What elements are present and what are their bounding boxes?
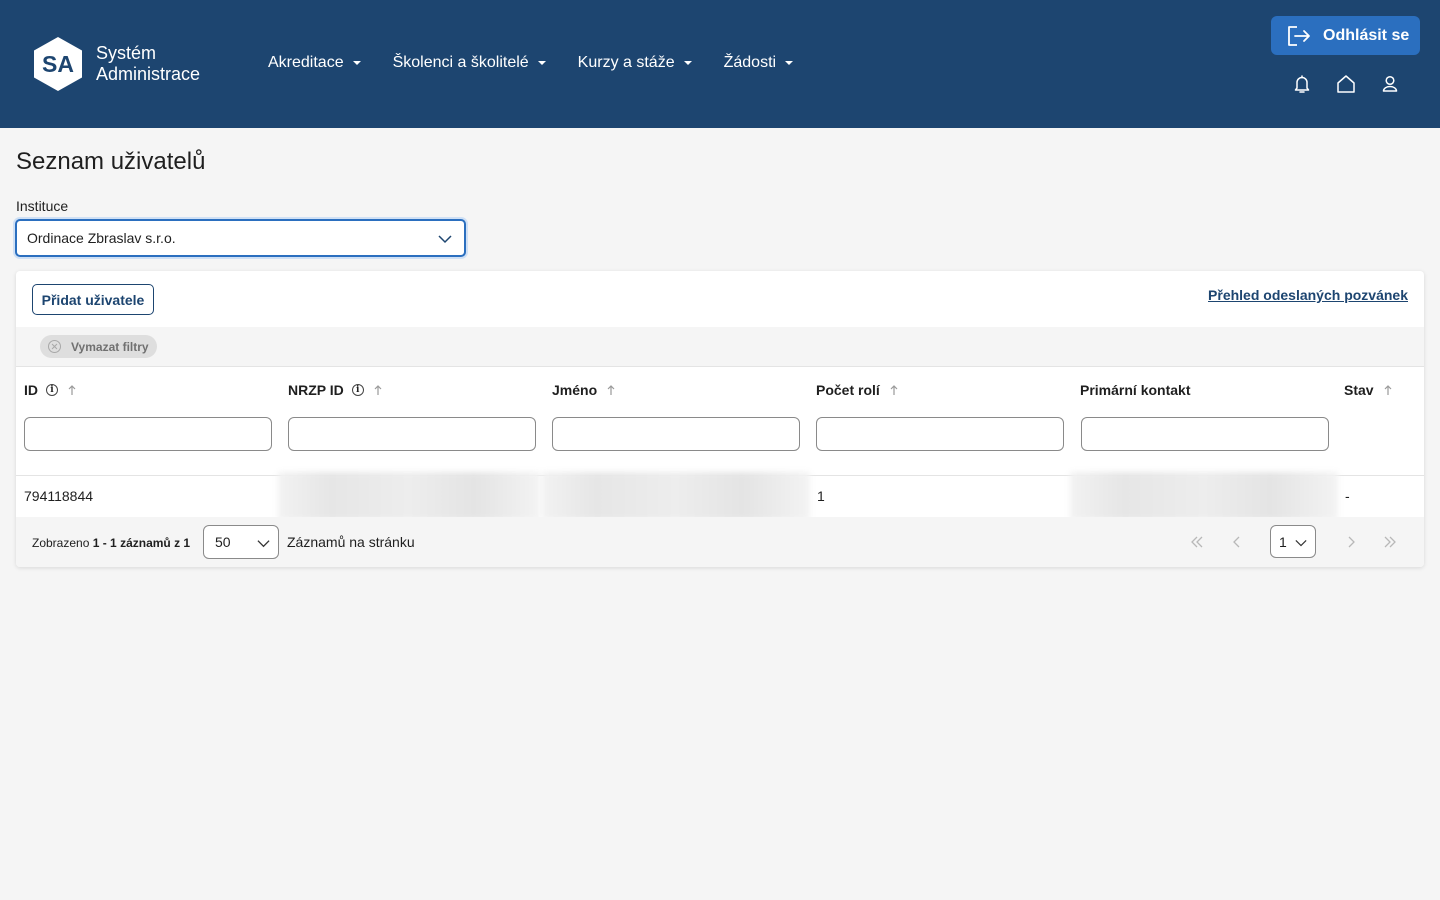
prev-page-icon[interactable] [1228,533,1246,551]
caret-down-icon [785,61,794,65]
info-icon[interactable]: i [351,384,364,396]
column-header-primary-contact: Primární kontakt [1080,382,1190,398]
next-page-icon[interactable] [1342,533,1360,551]
nav-label: Žádosti [723,54,777,71]
column-label: Primární kontakt [1080,382,1191,398]
bell-icon[interactable] [1292,74,1312,94]
cell-name-redacted [542,472,810,520]
caret-down-icon [683,61,692,65]
sort-arrow-up-icon[interactable] [890,384,898,396]
filter-role-count-input[interactable] [816,417,1064,451]
page-number-select[interactable]: 1 [1270,525,1316,558]
sort-arrow-up-icon[interactable] [1384,384,1392,396]
last-page-icon[interactable] [1381,533,1399,551]
column-header-id[interactable]: ID i [24,382,76,398]
caret-down-icon [537,61,546,65]
nav-label: Kurzy a stáže [577,54,675,71]
institution-select[interactable]: Ordinace Zbraslav s.r.o. [15,219,466,257]
chevron-down-icon [1295,540,1307,547]
top-header: SA Systém Administrace Akreditace Školen… [0,0,1440,128]
table-footer: Zobrazeno 1 - 1 záznamů z 1 50 Záznamů n… [16,517,1424,567]
column-label: Počet rolí [816,382,880,398]
app-name-line1: Systém [96,43,157,63]
column-header-name[interactable]: Jméno [552,382,615,398]
cell-id: 794118844 [24,488,94,504]
column-label: NRZP ID [288,382,344,398]
sent-invitations-link[interactable]: Přehled odeslaných pozvánek [1208,287,1408,303]
clear-filters-label: Vymazat filtry [71,339,149,354]
nav-skolenci[interactable]: Školenci a školitelé [393,52,546,74]
per-page-value: 50 [215,534,231,550]
logo-hexagon[interactable]: SA [34,37,82,91]
institution-value: Ordinace Zbraslav s.r.o. [27,230,176,246]
logout-icon [1288,25,1310,46]
filter-id-input[interactable] [24,417,272,451]
column-header-status[interactable]: Stav [1344,382,1392,398]
column-label: Stav [1344,382,1374,398]
info-icon[interactable]: i [46,384,58,396]
shown-prefix: Zobrazeno [32,536,90,550]
logout-button[interactable]: Odhlásit se [1271,16,1420,55]
chevron-down-icon [438,235,452,244]
page-title: Seznam uživatelů [16,148,206,175]
sort-arrow-up-icon[interactable] [607,384,615,396]
filter-nrzp-id-input[interactable] [288,417,536,451]
filter-primary-contact-input[interactable] [1081,417,1329,451]
column-label: Jméno [552,382,598,398]
cell-status: - [1345,488,1350,504]
add-users-button[interactable]: Přidat uživatele [32,284,154,315]
records-shown: Zobrazeno 1 - 1 záznamů z 1 [32,536,190,550]
nav-kurzy[interactable]: Kurzy a stáže [578,52,692,74]
logo-initials: SA [42,51,74,77]
chevron-down-icon [257,540,270,548]
nav-label: Akreditace [268,54,344,71]
sort-arrow-up-icon[interactable] [68,384,76,396]
nav-zadosti[interactable]: Žádosti [723,52,794,74]
sort-arrow-up-icon[interactable] [374,384,382,396]
user-icon[interactable] [1380,74,1400,94]
logout-label: Odhlásit se [1323,26,1410,44]
users-table-card: Přidat uživatele Přehled odeslaných pozv… [16,271,1424,567]
home-icon[interactable] [1336,74,1356,94]
app-name[interactable]: Systém Administrace [96,43,200,85]
cell-role-count: 1 [817,488,825,504]
shown-range: 1 - 1 záznamů z 1 [92,536,191,550]
institution-label: Instituce [16,198,69,214]
column-header-nrzp-id[interactable]: NRZP ID i [288,382,382,398]
caret-down-icon [352,61,361,65]
current-page: 1 [1279,533,1287,550]
column-header-role-count[interactable]: Počet rolí [816,382,898,398]
column-label: ID [24,382,38,398]
clear-circle-icon [48,340,61,353]
filter-bar: Vymazat filtry [16,327,1424,367]
nav-akreditace[interactable]: Akreditace [268,52,361,74]
cell-contact-redacted [1070,472,1338,520]
filter-name-input[interactable] [552,417,800,451]
first-page-icon[interactable] [1188,533,1206,551]
app-name-line2: Administrace [96,64,201,84]
per-page-select[interactable]: 50 [203,525,279,559]
main-nav: Akreditace Školenci a školitelé Kurzy a … [268,52,825,74]
clear-filters-chip[interactable]: Vymazat filtry [40,335,157,358]
cell-nrzp-id-redacted [278,472,540,520]
per-page-label: Záznamů na stránku [287,534,415,550]
nav-label: Školenci a školitelé [392,54,529,71]
